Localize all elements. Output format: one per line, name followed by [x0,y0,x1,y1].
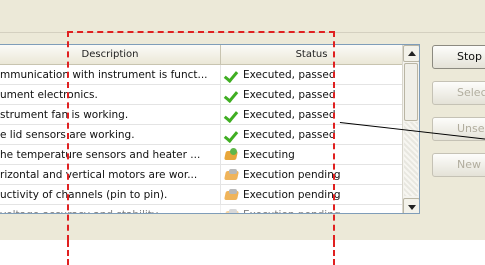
select-button[interactable]: Select [432,81,485,105]
annotation-dashed-line-right [333,241,335,265]
top-area [0,0,485,33]
annotation-dashed-line-left [67,241,69,265]
annotation-dashed-box [67,31,335,241]
scrollbar-thumb[interactable] [404,63,418,121]
scrollbar-track[interactable] [404,122,418,196]
scroll-up-arrow-icon[interactable] [403,45,419,62]
new-button[interactable]: New [432,153,485,177]
stop-button[interactable]: Stop [432,45,485,69]
scroll-down-arrow-icon[interactable] [403,198,419,213]
